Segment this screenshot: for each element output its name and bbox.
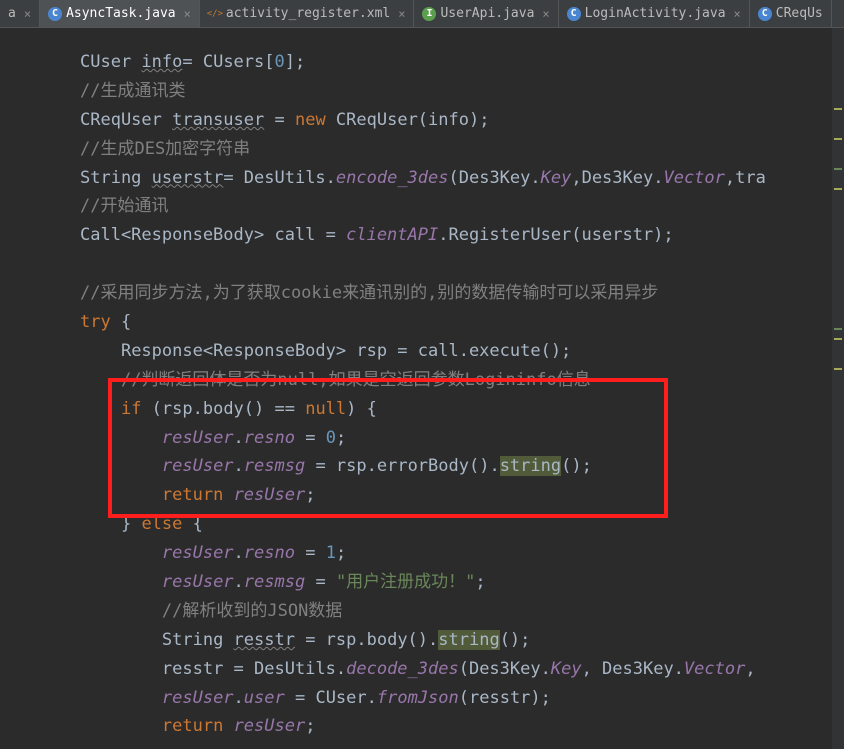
- close-icon[interactable]: ×: [730, 7, 741, 21]
- tab-userapi[interactable]: I UserApi.java ×: [414, 0, 558, 27]
- class-icon: C: [48, 7, 62, 21]
- scrollbar-marks[interactable]: [832, 28, 844, 749]
- close-icon[interactable]: ×: [538, 7, 549, 21]
- close-icon[interactable]: ×: [394, 7, 405, 21]
- tab-activity-register[interactable]: activity_register.xml ×: [200, 0, 415, 27]
- tab-label: activity_register.xml: [226, 6, 390, 21]
- tab-bar: a × C AsyncTask.java × activity_register…: [0, 0, 844, 28]
- tab-label: a: [8, 6, 16, 21]
- tab-label: CReqUs: [776, 6, 823, 21]
- close-icon[interactable]: ×: [180, 7, 191, 21]
- scroll-mark: [834, 328, 842, 330]
- class-icon: C: [567, 7, 581, 21]
- scroll-mark: [834, 338, 842, 340]
- xml-icon: [208, 7, 222, 21]
- tab-label: AsyncTask.java: [66, 6, 176, 21]
- scroll-mark: [834, 138, 842, 140]
- code-editor[interactable]: CUser info= CUsers[0]; //生成通讯类 CReqUser …: [0, 28, 844, 741]
- tab-label: UserApi.java: [440, 6, 534, 21]
- scroll-mark: [834, 188, 842, 190]
- code-content: CUser info= CUsers[0]; //生成通讯类 CReqUser …: [0, 48, 844, 741]
- tab-loginactivity[interactable]: C LoginActivity.java ×: [559, 0, 750, 27]
- tab-crequser[interactable]: C CReqUs: [750, 0, 832, 27]
- scroll-mark: [834, 368, 842, 370]
- tab-partial-left[interactable]: a ×: [0, 0, 40, 27]
- interface-icon: I: [422, 7, 436, 21]
- tab-asynctask[interactable]: C AsyncTask.java ×: [40, 0, 200, 27]
- tab-label: LoginActivity.java: [585, 6, 726, 21]
- class-icon: C: [758, 7, 772, 21]
- scroll-mark: [834, 108, 842, 110]
- close-icon[interactable]: ×: [20, 7, 31, 21]
- scroll-mark: [834, 168, 842, 170]
